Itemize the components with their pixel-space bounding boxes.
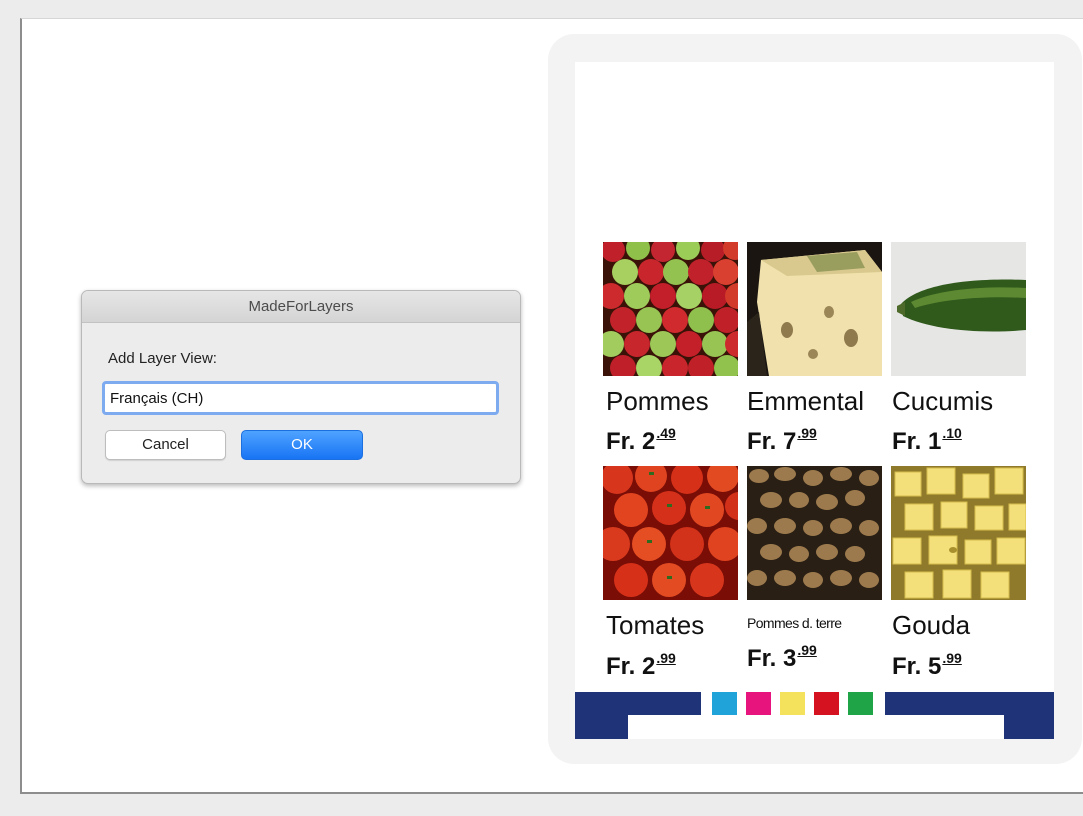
bottom-color-bar [575, 692, 1054, 739]
emmental-image [747, 242, 882, 376]
dialog-title: MadeForLayers [82, 291, 520, 323]
price-pommes: Fr. 2.49 [606, 425, 676, 456]
green-swatch [848, 692, 873, 715]
price-main: Fr. 1 [892, 428, 942, 455]
product-name-pommes: Pommes [606, 386, 709, 416]
product-name-cucumis: Cucumis [892, 386, 994, 416]
add-layer-view-label: Add Layer View: [108, 350, 217, 367]
cucumber-image [891, 242, 1026, 376]
product-name-tomates: Tomates [606, 610, 705, 640]
tomatoes-image [603, 466, 738, 600]
price-main: Fr. 2 [606, 653, 656, 680]
price-cents: .99 [797, 425, 817, 441]
red-swatch [814, 692, 839, 715]
product-name-emmental: Emmental [747, 386, 865, 416]
price-main: Fr. 5 [892, 653, 942, 680]
apples-image [603, 242, 738, 376]
price-cucumis: Fr. 1.10 [892, 425, 962, 456]
price-cents: .49 [656, 425, 676, 441]
price-gouda: Fr. 5.99 [892, 650, 962, 681]
price-main: Fr. 3 [747, 645, 797, 672]
gouda-image [891, 466, 1026, 600]
product-name-gouda: Gouda [892, 610, 971, 640]
price-cents: .99 [797, 642, 817, 658]
bottom-white-panel [628, 715, 1004, 739]
add-layer-view-dialog: MadeForLayers Add Layer View: Cancel OK [81, 290, 521, 484]
price-cents: .99 [656, 650, 676, 666]
ok-button[interactable]: OK [241, 430, 363, 460]
potatoes-image [747, 466, 882, 600]
yellow-swatch [780, 692, 805, 715]
color-swatch-strip [701, 692, 885, 715]
price-main: Fr. 7 [747, 428, 797, 455]
page-preview: Pommes Emmental Cucumis Fr. 2.49 Fr. 7.9… [575, 62, 1054, 739]
cyan-swatch [712, 692, 737, 715]
price-emmental: Fr. 7.99 [747, 425, 817, 456]
price-tomates: Fr. 2.99 [606, 650, 676, 681]
cancel-button[interactable]: Cancel [105, 430, 226, 460]
price-main: Fr. 2 [606, 428, 656, 455]
price-cents: .10 [942, 425, 962, 441]
product-name-pommes-de-terre: Pommes d. terre [747, 615, 842, 631]
price-pommes-de-terre: Fr. 3.99 [747, 642, 817, 673]
magenta-swatch [746, 692, 771, 715]
price-cents: .99 [942, 650, 962, 666]
layer-view-name-input[interactable] [102, 381, 499, 415]
